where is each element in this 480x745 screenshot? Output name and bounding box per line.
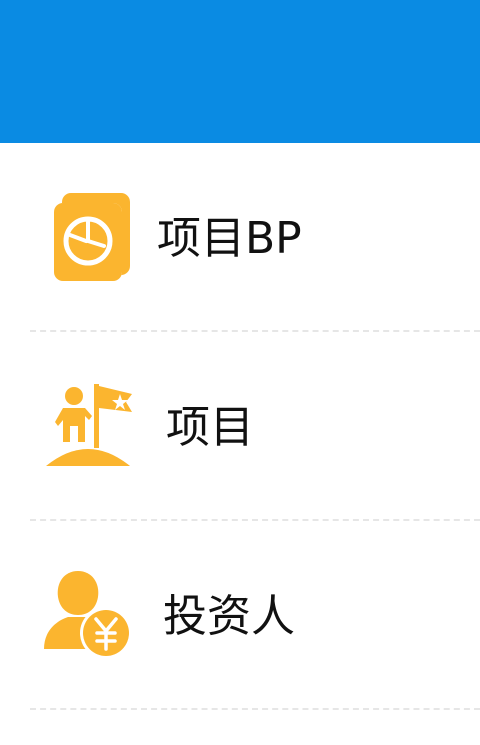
menu-item-investor[interactable]: 投资人 [0,521,480,709]
menu-item-project-bp[interactable]: 项目BP [0,143,480,331]
bp-document-chart-icon [54,193,130,281]
investor-yen-icon [44,571,132,659]
header-bar [0,0,480,143]
menu-item-label: 投资人 [163,591,295,642]
menu-item-label: 项目 [166,402,254,453]
menu-item-project[interactable]: 项目 [0,332,480,520]
divider [30,708,480,710]
menu-item-label: 项目BP [157,213,302,264]
flag-person-icon [46,384,132,466]
